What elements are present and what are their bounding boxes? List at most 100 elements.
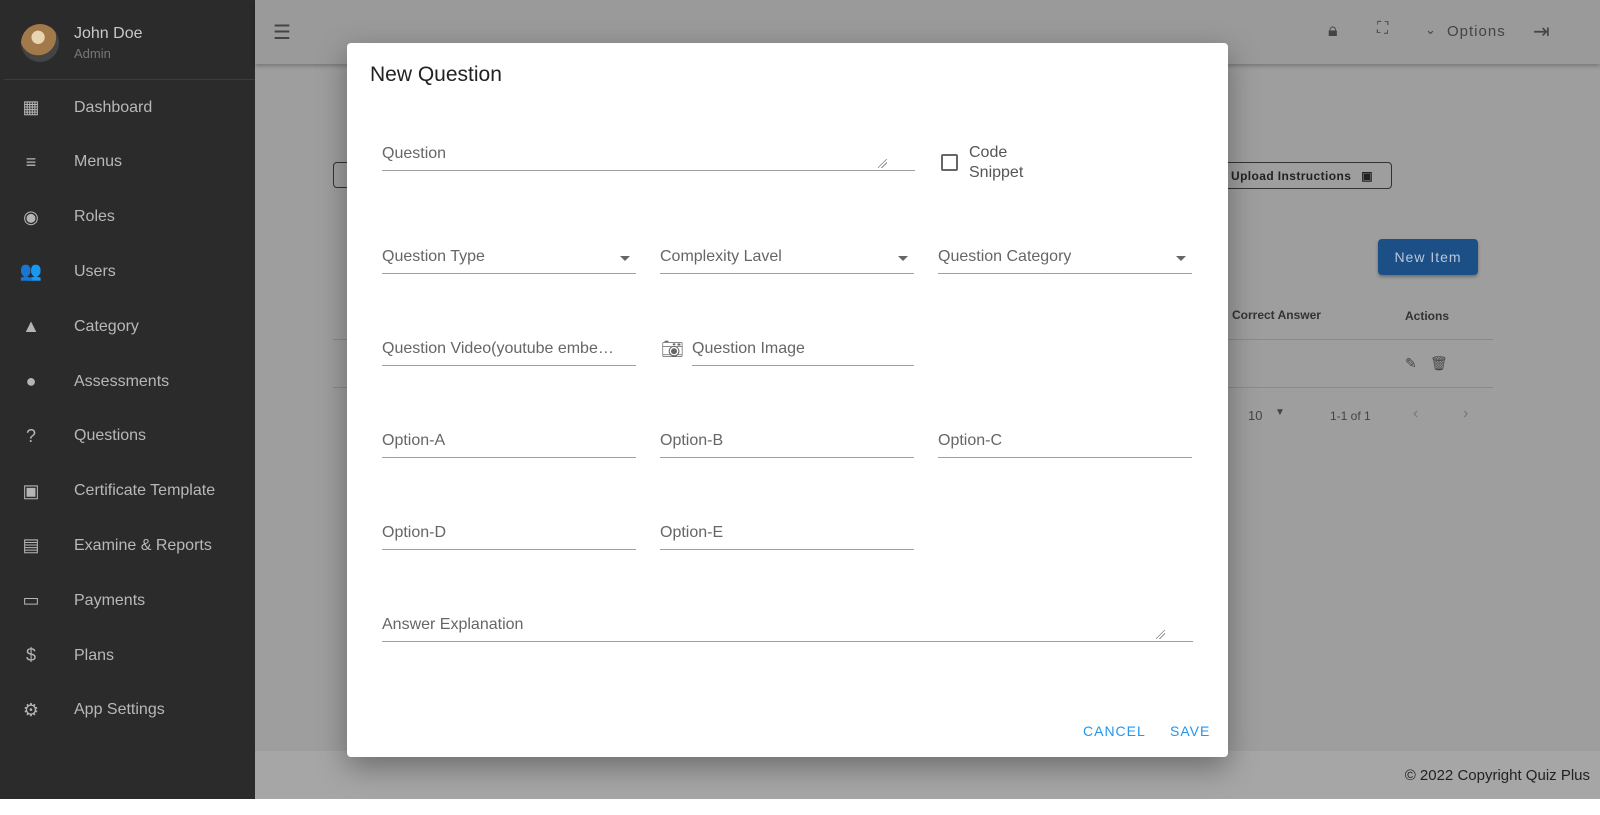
question-textarea[interactable]: Question [382,141,915,171]
sidebar-item-category[interactable]: ▲ Category [4,299,255,354]
caret-down-icon [898,256,908,261]
camera-icon[interactable]: 📷︎ [661,339,684,360]
sidebar-item-roles[interactable]: ◉ Roles [4,190,255,245]
footer: © 2022 Copyright Quiz Plus [255,751,1600,799]
help-box-icon: ? [25,425,36,446]
image-label: Question Image [692,340,805,357]
option-a-input[interactable]: Option-A [382,428,636,458]
category-label: Question Category [938,248,1072,265]
column-actions: Actions [1405,309,1450,323]
dashboard-icon: ▦ [22,97,40,117]
sidebar-item-app-settings[interactable]: ⚙ App Settings [4,683,255,738]
sidebar-item-assessments[interactable]: ● Assessments [4,354,255,409]
roles-icon: ◉ [23,206,39,227]
sidebar-item-label: Assessments [74,372,170,390]
caret-down-icon [1176,256,1186,261]
sidebar-item-label: Certificate Template [74,482,216,500]
rows-per-page-select[interactable]: 10 [1248,408,1262,423]
options-menu[interactable]: Options [1447,23,1506,40]
pdf-icon: ▣ [1361,168,1374,183]
sidebar-item-label: Roles [74,208,115,226]
sidebar: John Doe Admin ▦ Dashboard ≡ Menus ◉ Roles 👥 Us… [0,0,255,799]
resize-handle-icon[interactable] [1156,630,1165,639]
sidebar-item-label: Users [74,262,116,280]
option-b-label: Option-B [660,432,724,449]
answer-explanation-textarea[interactable]: Answer Explanation [382,612,1193,642]
sidebar-item-dashboard[interactable]: ▦ Dashboard [4,80,255,135]
code-snippet-label: Code Snippet [969,143,1023,183]
question-image-input[interactable]: Question Image [692,336,914,366]
option-b-input[interactable]: Option-B [660,428,914,458]
question-category-select[interactable]: Question Category [938,244,1192,274]
new-item-button[interactable]: New Item [1378,239,1478,275]
new-question-dialog: New Question Question Code Snippet Questi… [347,43,1228,757]
sidebar-item-examine-reports[interactable]: ▤ Examine & Reports [4,518,255,573]
save-button[interactable]: SAVE [1170,723,1210,739]
option-e-label: Option-E [660,524,724,541]
option-e-input[interactable]: Option-E [660,520,914,550]
user-name: John Doe [74,25,143,42]
question-type-label: Question Type [382,248,485,265]
fullscreen-icon[interactable]: ⛶ [1377,20,1388,38]
caret-down-icon [620,256,630,261]
question-video-input[interactable]: Question Video(youtube embed link) [382,336,636,366]
option-c-input[interactable]: Option-C [938,428,1192,458]
column-correct-answer: Correct Answer [1232,308,1321,322]
pagination-range: 1-1 of 1 [1330,409,1371,423]
complexity-level-select[interactable]: Complexity Lavel [660,244,914,274]
explanation-label: Answer Explanation [382,616,524,633]
user-profile: John Doe Admin [4,0,255,80]
payments-icon: ▭ [22,590,40,611]
option-d-label: Option-D [382,524,447,541]
sidebar-item-users[interactable]: 👥 Users [4,244,255,299]
sidebar-item-label: Questions [74,427,147,445]
document-icon: ▤ [22,535,40,556]
category-icon: ▲ [22,316,40,337]
users-icon: 👥 [19,261,43,282]
option-d-input[interactable]: Option-D [382,520,636,550]
question-label: Question [382,145,447,162]
copyright: © 2022 Copyright Quiz Plus [1404,767,1590,784]
avatar [21,24,59,62]
edit-icon[interactable]: ✎ [1405,355,1417,372]
question-type-select[interactable]: Question Type [382,244,636,274]
snippet-label: Snippet [969,164,1024,181]
dialog-title: New Question [370,63,502,86]
certificate-icon: ▣ [22,480,40,501]
gear-icon: ⚙ [22,699,40,720]
sidebar-item-label: Menus [74,153,123,171]
cancel-button[interactable]: CANCEL [1083,723,1146,739]
logout-icon[interactable]: ⇥ [1533,19,1550,44]
complexity-label: Complexity Lavel [660,248,782,265]
user-role: Admin [74,46,111,61]
option-c-label: Option-C [938,432,1003,449]
resize-handle-icon[interactable] [878,159,887,168]
sidebar-item-label: Payments [74,591,146,609]
menu-open-icon: ≡ [25,151,37,172]
lock-icon[interactable]: 🔒︎ [1328,20,1338,41]
sidebar-item-plans[interactable]: $ Plans [4,628,255,683]
sidebar-item-certificate-template[interactable]: ▣ Certificate Template [4,464,255,519]
sidebar-item-label: App Settings [74,701,165,719]
option-a-label: Option-A [382,432,446,449]
chevron-down-icon[interactable]: ⌄ [1425,22,1436,38]
lightbulb-icon: ● [25,371,37,391]
sidebar-item-label: Category [74,317,139,335]
chevron-right-icon[interactable]: › [1463,405,1468,423]
upload-instructions-label: Upload Instructions [1231,168,1352,183]
sidebar-item-payments[interactable]: ▭ Payments [4,573,255,628]
code-snippet-checkbox[interactable] [941,154,958,171]
sidebar-item-label: Examine & Reports [74,536,212,554]
dollar-icon: $ [25,645,36,665]
code-label: Code [969,144,1008,161]
sidebar-item-questions[interactable]: ? Questions [4,409,255,464]
sidebar-item-label: Plans [74,646,115,664]
chevron-left-icon[interactable]: ‹ [1413,405,1418,423]
upload-instructions-button[interactable]: Upload Instructions ▣ [1220,162,1392,189]
caret-down-icon[interactable]: ▼ [1275,407,1285,418]
video-label: Question Video(youtube embed link) [382,340,617,357]
sidebar-item-label: Dashboard [74,98,153,116]
hamburger-menu-icon[interactable]: ☰ [273,20,291,45]
delete-icon[interactable]: 🗑︎ [1430,355,1448,372]
sidebar-item-menus[interactable]: ≡ Menus [4,135,255,190]
